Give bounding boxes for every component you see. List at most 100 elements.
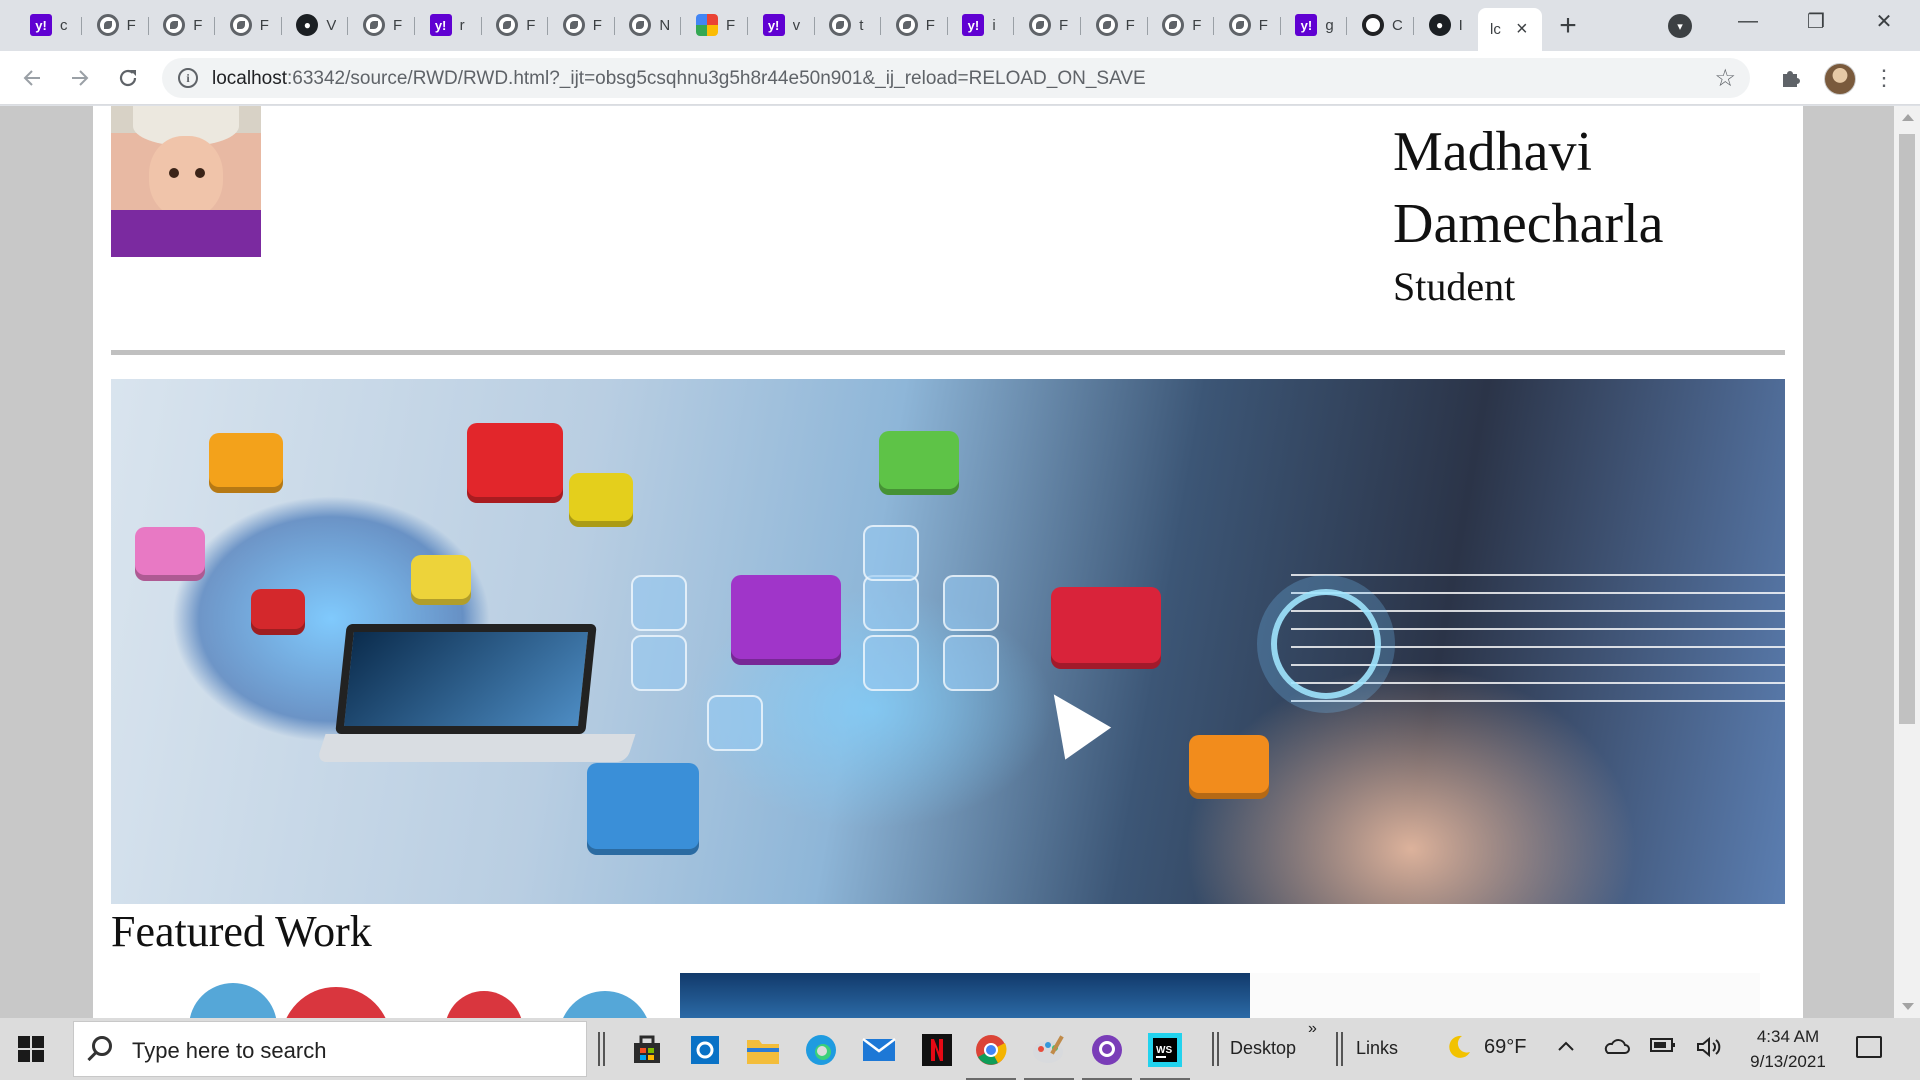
taskbar-divider <box>1212 1032 1219 1066</box>
site-info-icon[interactable]: i <box>178 68 198 88</box>
tab-title: V <box>326 16 337 34</box>
person-name: Madhavi Damecharla <box>1393 116 1663 260</box>
tab-title: F <box>726 16 736 34</box>
toolbar-overflow-icon[interactable]: » <box>1308 1020 1317 1038</box>
tab-title: c <box>60 16 68 34</box>
download-icon <box>863 635 919 691</box>
tab-title: F <box>1258 16 1268 34</box>
browser-tab[interactable]: y! r <box>418 8 482 42</box>
browser-tab[interactable]: ● V <box>284 8 349 42</box>
bookmark-star-icon[interactable]: ☆ <box>1714 64 1736 93</box>
extensions-button[interactable] <box>1772 60 1808 96</box>
new-tab-button[interactable]: + <box>1550 8 1586 44</box>
hero-image <box>111 379 1785 904</box>
taskbar-divider <box>598 1032 605 1066</box>
edge-icon[interactable] <box>802 1031 840 1069</box>
tab-separator <box>880 17 882 35</box>
browser-tab[interactable]: y! v <box>751 8 815 42</box>
browser-tab[interactable]: F <box>151 8 216 42</box>
browser-tab[interactable]: y! c <box>18 8 82 42</box>
system-clock[interactable]: 4:34 AM 9/13/2021 <box>1736 1024 1840 1074</box>
page-viewport: Madhavi Damecharla Student Featured Work <box>0 106 1920 1018</box>
profile-avatar[interactable] <box>1824 63 1856 95</box>
chrome-icon[interactable] <box>966 1031 1016 1080</box>
tab-title: I <box>1458 16 1463 34</box>
show-hidden-icons-chevron-icon[interactable] <box>1556 1036 1576 1062</box>
page-scrollbar[interactable] <box>1894 106 1920 1018</box>
menu-button[interactable]: ⋮ <box>1866 60 1902 96</box>
blue-circle <box>559 991 651 1018</box>
browser-tab[interactable]: ● I <box>1417 8 1481 42</box>
browser-tab[interactable]: F <box>684 8 748 42</box>
minimize-button[interactable]: — <box>1728 6 1768 36</box>
close-tab-icon[interactable]: × <box>1516 18 1528 41</box>
address-bar[interactable]: i localhost:63342/source/RWD/RWD.html?_i… <box>162 58 1750 98</box>
tab-separator <box>280 17 282 35</box>
tab-separator <box>747 17 748 35</box>
onedrive-cloud-icon[interactable] <box>1602 1036 1630 1062</box>
scroll-thumb[interactable] <box>1899 134 1915 724</box>
browser-tab[interactable]: N <box>617 8 682 42</box>
tab-separator <box>946 17 948 35</box>
user-icon <box>943 635 999 691</box>
browser-tab[interactable]: t <box>817 8 882 42</box>
windows-start-icon[interactable] <box>18 1036 44 1062</box>
scroll-up-arrow-icon[interactable] <box>1902 114 1914 121</box>
browser-tab[interactable]: y! i <box>950 8 1015 42</box>
scroll-down-arrow-icon[interactable] <box>1902 1003 1914 1010</box>
name-last: Damecharla <box>1393 193 1664 255</box>
tab-separator <box>547 17 549 35</box>
netflix-icon[interactable] <box>918 1031 956 1069</box>
tab-separator <box>214 17 216 35</box>
tab-active[interactable]: lc × <box>1478 8 1542 51</box>
browser-tab[interactable]: F <box>85 8 149 42</box>
tab-title: F <box>1125 16 1135 34</box>
tab-search-icon[interactable]: ▾ <box>1668 14 1692 38</box>
browser-tab[interactable]: F <box>484 8 549 42</box>
github-desktop-icon[interactable] <box>1082 1031 1132 1080</box>
url-text[interactable]: localhost:63342/source/RWD/RWD.html?_ijt… <box>212 68 1146 90</box>
browser-tab[interactable]: C <box>1350 8 1414 42</box>
volume-icon[interactable] <box>1696 1036 1722 1064</box>
url-host: localhost <box>212 68 287 89</box>
browser-tab[interactable]: y! g <box>1283 8 1348 42</box>
featured-thumbnail-3[interactable] <box>1250 973 1760 1018</box>
notification-center-icon[interactable] <box>1856 1036 1882 1058</box>
forward-button[interactable] <box>62 60 98 96</box>
close-window-button[interactable]: ✕ <box>1864 6 1904 36</box>
browser-tab[interactable]: F <box>1084 8 1148 42</box>
weather-moon-icon[interactable] <box>1444 1032 1472 1066</box>
store-icon[interactable] <box>628 1031 666 1069</box>
cursor-arrow-icon <box>1030 678 1112 760</box>
browser-tab[interactable]: F <box>884 8 948 42</box>
outlook-icon[interactable] <box>686 1031 724 1069</box>
browser-tab[interactable]: F <box>351 8 415 42</box>
tab-separator <box>1279 17 1281 35</box>
reload-button[interactable] <box>110 60 146 96</box>
reload-icon <box>119 69 137 87</box>
tab-separator <box>1080 17 1081 35</box>
featured-thumbnail-2[interactable] <box>680 973 1250 1018</box>
tab-separator <box>813 17 815 35</box>
file-explorer-icon[interactable] <box>744 1031 782 1069</box>
browser-tab[interactable]: F <box>1017 8 1081 42</box>
links-toolbar-label[interactable]: Links <box>1356 1038 1398 1059</box>
webstorm-icon[interactable]: WS <box>1140 1031 1190 1080</box>
red-circle <box>281 987 391 1018</box>
paint-icon[interactable] <box>1024 1031 1074 1080</box>
cart-cube-icon <box>209 433 283 493</box>
back-button[interactable] <box>14 60 50 96</box>
browser-tab[interactable]: F <box>1150 8 1215 42</box>
taskbar-search-box[interactable]: Type here to search <box>73 1021 587 1077</box>
url-path: :63342/source/RWD/RWD.html?_ijt=obsg5csq… <box>287 68 1146 89</box>
browser-tab[interactable]: F <box>551 8 615 42</box>
restore-button[interactable]: ❐ <box>1796 6 1836 36</box>
desktop-toolbar-label[interactable]: Desktop <box>1230 1038 1296 1059</box>
browser-tab[interactable]: F <box>218 8 282 42</box>
battery-icon[interactable] <box>1650 1036 1676 1060</box>
featured-thumbnail-1[interactable] <box>111 973 681 1018</box>
mail-icon[interactable] <box>860 1031 898 1069</box>
browser-tab[interactable]: F <box>1217 8 1281 42</box>
weather-temperature[interactable]: 69°F <box>1484 1036 1526 1059</box>
tab-separator <box>680 17 682 35</box>
